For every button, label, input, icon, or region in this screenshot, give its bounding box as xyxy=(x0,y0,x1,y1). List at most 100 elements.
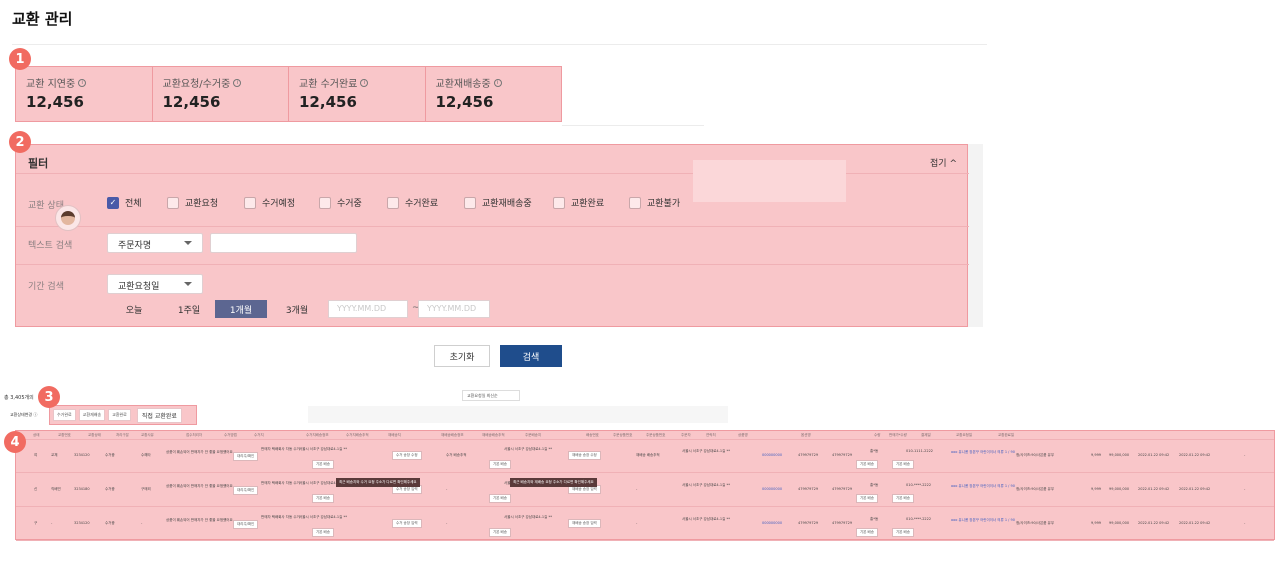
collapse-button[interactable]: 접기 ^ xyxy=(930,156,957,169)
pickup-address-button[interactable]: 기본 배송 xyxy=(312,528,334,537)
product-order-number: 479979729 xyxy=(798,453,819,457)
info-icon[interactable]: i xyxy=(233,78,242,87)
info-icon[interactable]: i xyxy=(360,78,369,87)
annotation-marker-3: 3 xyxy=(38,386,60,408)
pickup-address-tooltip: 최근 배송지와 수거 요청 주소가 다르면 확인해주세요 xyxy=(336,478,420,487)
period-today[interactable]: 오늘 xyxy=(119,300,149,318)
text-search-select[interactable]: 주문자명 xyxy=(107,233,203,253)
tab-direct-complete[interactable]: 직접 교환완료 xyxy=(136,407,182,423)
date-start-input[interactable]: YYYY.MM.DD xyxy=(328,300,408,318)
column-header: 교환요청일 xyxy=(956,433,973,437)
price: 99,000,000 xyxy=(1109,453,1130,457)
reship-address-button[interactable]: 기본 배송 xyxy=(489,494,511,503)
column-header: 재배송배송추적 xyxy=(482,433,505,437)
checkbox-request[interactable]: 교환요청 xyxy=(167,196,218,209)
phone-address-button[interactable]: 기본 배송 xyxy=(892,528,914,537)
pickup-method: 판매자 택배회사 자동 수거 xyxy=(261,447,300,451)
row-type: - xyxy=(51,521,53,525)
stat-label: 교환 지연중 xyxy=(26,79,76,90)
buyer-address-button[interactable]: 기본 배송 xyxy=(856,494,878,503)
stat-reshipping[interactable]: 교환재배송중 i 12,456 xyxy=(426,67,562,121)
reship-address-button[interactable]: 기본 배송 xyxy=(489,460,511,469)
stat-collected[interactable]: 교환 수거완료 i 12,456 xyxy=(289,67,426,121)
status-change-tabs: 수거완료 교환재배송 교환완료 직접 교환완료 xyxy=(49,405,197,425)
stat-requested[interactable]: 교환요청/수거중 i 12,456 xyxy=(153,67,289,121)
table-row[interactable]: 구 - 3234120 수거중 - 상품이 훼손되어 판매자가 안 좋을 요청했어요. 판매… xyxy=(16,508,1274,541)
pickup-tracking: - xyxy=(446,487,448,491)
checkbox-all[interactable]: ✓ 전체 xyxy=(107,196,142,209)
tab-exchange-done[interactable]: 교환완료 xyxy=(108,409,131,421)
checkbox-reshipping[interactable]: 교환재배송중 xyxy=(464,196,532,209)
table-row[interactable]: 여 교체 3234120 수거중 수해타 상품이 훼손되어 판매자가 안 좋을 요청했어요… xyxy=(16,440,1274,473)
column-header: 처리구분 xyxy=(116,433,129,437)
pickup-invoice-button[interactable]: 수거 송장 입력 xyxy=(392,519,422,528)
reship-address: 서울시 서초구 강남대로4-1길 ** xyxy=(504,447,552,451)
text-search-input[interactable] xyxy=(210,233,357,253)
product-name[interactable]: ooo 유니폼 장본꾸 어린이이너 의류 1 / 90 xyxy=(951,484,1015,489)
exchange-status: 수거중 xyxy=(105,453,115,457)
info-icon[interactable]: i xyxy=(78,78,87,87)
info-icon[interactable]: i xyxy=(493,78,502,87)
column-header: 주문자 xyxy=(681,433,691,437)
checkbox-box xyxy=(167,196,179,209)
request-date: 2022.01.22 09:42 xyxy=(1179,487,1211,491)
checkbox-pickup-done[interactable]: 수거완료 xyxy=(387,196,438,209)
stat-delayed[interactable]: 교환 지연중 i 12,456 xyxy=(16,67,153,121)
delivery-number[interactable]: 000000000 xyxy=(762,487,782,491)
column-header: 주문배송지 xyxy=(525,433,542,437)
pickup-address: 서울시 서초구 강남대로4-1길 ** xyxy=(299,447,347,451)
column-header: 연락처 xyxy=(706,433,716,437)
reship-tracking: 재배송 배송추적 xyxy=(636,453,660,457)
period-1week[interactable]: 1주일 xyxy=(168,300,210,318)
table-row[interactable]: 신 직배민 3234180 수거중 구매외 상품이 훼손되어 판매자가 안 좋을 요청했어… xyxy=(16,474,1274,507)
handler-button[interactable]: 대리주/확인 xyxy=(233,486,259,495)
stat-label: 교환요청/수거중 xyxy=(162,79,231,90)
order-address: 서울시 서초구 강남대로4-1길 ** xyxy=(682,483,730,487)
request-date: 2022.01.22 09:42 xyxy=(1179,453,1211,457)
reship-invoice-button[interactable]: 재배송 송장 입력 xyxy=(568,519,601,528)
chevron-down-icon xyxy=(184,241,192,245)
product-name[interactable]: ooo 유니폼 장본꾸 어린이이너 의류 1 / 90 xyxy=(951,518,1015,523)
annotation-marker-2: 2 xyxy=(9,131,31,153)
page-title: 교환 관리 xyxy=(12,10,73,28)
column-header: 접수처리자 xyxy=(186,433,203,437)
checkbox-picking-up[interactable]: 수거중 xyxy=(319,196,362,209)
pickup-invoice-button[interactable]: 수거 송장 수정 xyxy=(392,451,422,460)
pickup-address-button[interactable]: 기본 배송 xyxy=(312,494,334,503)
checkbox-exchange-done[interactable]: 교환완료 xyxy=(553,196,604,209)
complete-date: - xyxy=(1244,521,1246,525)
buyer-address-button[interactable]: 기본 배송 xyxy=(856,460,878,469)
delivery-number[interactable]: 000000000 xyxy=(762,453,782,457)
select-value: 교환요청일 xyxy=(118,282,160,292)
delivery-number[interactable]: 000000000 xyxy=(762,521,782,525)
phone-address-button[interactable]: 기본 배송 xyxy=(892,494,914,503)
paid-date: 2022.01.22 09:42 xyxy=(1138,521,1170,525)
date-end-input[interactable]: YYYY.MM.DD xyxy=(418,300,490,318)
reship-invoice-button[interactable]: 재배송 송장 수정 xyxy=(568,451,601,460)
phone-address-button[interactable]: 기본 배송 xyxy=(892,460,914,469)
search-button[interactable]: 검색 xyxy=(500,345,562,367)
period-1month[interactable]: 1개월 xyxy=(215,300,267,318)
handler-button[interactable]: 대리주/확인 xyxy=(233,520,259,529)
checkbox-label: 수거중 xyxy=(337,199,362,209)
handler-button[interactable]: 대리주/확인 xyxy=(233,452,259,461)
option-name: 청/사이즈:90/사은품 유무 xyxy=(1016,487,1055,491)
reship-address-button[interactable]: 기본 배송 xyxy=(489,528,511,537)
phone-number: 010-****-2222 xyxy=(906,483,932,487)
period-select[interactable]: 교환요청일 xyxy=(107,274,203,294)
checkbox-label: 교환재배송중 xyxy=(482,199,532,209)
column-header: 수거지 xyxy=(254,433,264,437)
quantity: 9,999 xyxy=(1091,453,1102,457)
checkbox-not-possible[interactable]: 교환불가 xyxy=(629,196,680,209)
tab-pickup-done[interactable]: 수거완료 xyxy=(53,409,76,421)
pickup-address-button[interactable]: 기본 배송 xyxy=(312,460,334,469)
sort-select[interactable]: 교환요청일 최신순 xyxy=(462,390,520,401)
reset-button[interactable]: 초기화 xyxy=(434,345,490,367)
product-name[interactable]: ooo 유니폼 장본꾸 어린이이너 의류 1 / 90 xyxy=(951,450,1015,455)
option-name: 청/사이즈:90/사은품 유무 xyxy=(1016,521,1055,525)
tab-reshipping[interactable]: 교환재배송 xyxy=(78,409,106,421)
checkbox-pickup-scheduled[interactable]: 수거예정 xyxy=(244,196,295,209)
period-3months[interactable]: 3개월 xyxy=(275,300,319,318)
buyer-address-button[interactable]: 기본 배송 xyxy=(856,528,878,537)
annotation-marker-4: 4 xyxy=(4,431,26,453)
